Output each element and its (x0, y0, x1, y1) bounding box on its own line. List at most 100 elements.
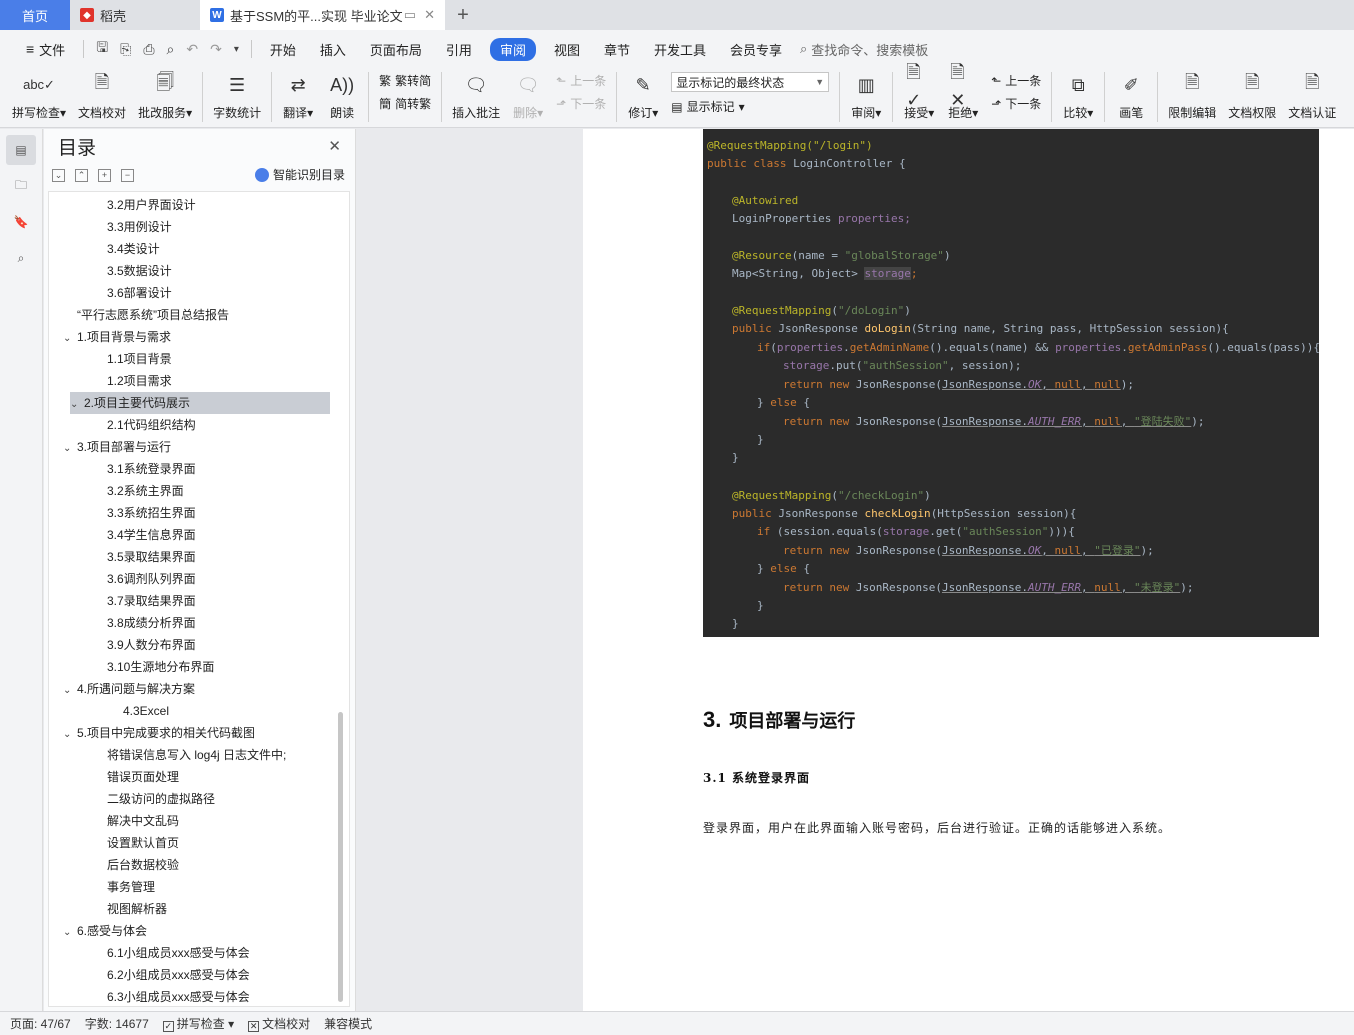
chevron-down-icon[interactable]: ⌄ (63, 680, 77, 702)
close-tab-icon[interactable]: ✕ (424, 7, 435, 23)
toc-scrollbar[interactable] (338, 712, 343, 1002)
chevron-down-icon[interactable]: ⌄ (63, 922, 77, 944)
review-pane-button[interactable]: ▥ 审阅▾ (844, 72, 888, 121)
menu-layout[interactable]: 页面布局 (358, 40, 434, 59)
toc-item[interactable]: 3.9人数分布界面 (93, 634, 196, 656)
translate-button[interactable]: ⇄ 翻译▾ (276, 72, 320, 121)
toc-item[interactable]: 3.8成绩分析界面 (93, 612, 196, 634)
toc-item[interactable]: 6.2小组成员xxx感受与体会 (93, 964, 250, 986)
toc-item[interactable]: 3.3用例设计 (93, 216, 172, 238)
menu-review[interactable]: 审阅 (489, 37, 536, 61)
toc-item[interactable]: 3.6调剂队列界面 (93, 568, 196, 590)
chevron-down-icon[interactable]: ⌄ (63, 328, 77, 350)
menu-view[interactable]: 视图 (542, 40, 592, 59)
print-icon[interactable]: ⎙ (137, 41, 160, 58)
simp-to-trad-button[interactable]: 簡简转繁 (379, 95, 431, 112)
chapter-nav-icon[interactable]: 🗀 (6, 171, 36, 201)
tab-home[interactable]: 首页 (0, 0, 70, 30)
word-count-indicator[interactable]: 字数: 14677 (85, 1015, 149, 1032)
toc-item[interactable]: 6.1小组成员xxx感受与体会 (93, 942, 250, 964)
menu-developer[interactable]: 开发工具 (642, 40, 718, 59)
toc-item[interactable]: 3.4学生信息界面 (93, 524, 196, 546)
menu-insert[interactable]: 插入 (308, 40, 358, 59)
chevron-down-icon[interactable]: ⌄ (70, 394, 84, 416)
next-change-button[interactable]: ⬏ 下一条 (991, 95, 1041, 112)
compare-button[interactable]: ⧉ 比较▾ (1056, 72, 1100, 121)
bookmark-icon[interactable]: 🔖 (6, 207, 36, 237)
document-permission-button[interactable]: 🗎 文档权限 (1222, 72, 1282, 121)
batch-service-button[interactable]: 🗐 批改服务▾ (132, 72, 198, 121)
smart-toc-button[interactable]: 智能识别目录 (254, 166, 345, 183)
toc-item[interactable]: 3.1系统登录界面 (93, 458, 196, 480)
prev-comment-button[interactable]: ⬑ 上一条 (556, 72, 606, 89)
toc-item[interactable]: “平行志愿系统”项目总结报告 (63, 304, 229, 326)
toc-item[interactable]: 1.1项目背景 (93, 348, 172, 370)
page-indicator[interactable]: 页面: 47/67 (10, 1015, 71, 1032)
toc-item[interactable]: 错误页面处理 (93, 766, 179, 788)
pen-button[interactable]: ✐ 画笔 (1109, 72, 1153, 121)
toc-panel-icon[interactable]: ▤ (6, 135, 36, 165)
toc-item[interactable]: 2.1代码组织结构 (93, 414, 196, 436)
toc-item[interactable]: 视图解析器 (93, 898, 167, 920)
insert-comment-button[interactable]: 🗨 插入批注 (446, 72, 506, 121)
undo-icon[interactable]: ↶ (180, 41, 204, 58)
toc-item[interactable]: 3.5录取结果界面 (93, 546, 196, 568)
chevron-down-icon[interactable]: ⌄ (63, 724, 77, 746)
read-aloud-button[interactable]: A)) 朗读 (320, 72, 364, 121)
menu-member[interactable]: 会员专享 (718, 40, 794, 59)
print-preview-icon[interactable]: ⌕ (161, 41, 181, 58)
toc-item[interactable]: 3.5数据设计 (93, 260, 172, 282)
toc-item[interactable]: 4.3Excel (109, 700, 169, 722)
expand-all-icon[interactable]: ⌄ (52, 168, 65, 182)
toc-item[interactable]: 事务管理 (93, 876, 155, 898)
spell-check-button[interactable]: abc✓ 拼写检查▾ (6, 72, 72, 121)
toc-item[interactable]: 3.2系统主界面 (93, 480, 184, 502)
show-markup-button[interactable]: ▤ 显示标记 ▾ (671, 98, 829, 115)
new-tab-button[interactable]: + (445, 0, 481, 30)
command-search[interactable]: ⌕ 查找命令、搜索模板 (800, 40, 928, 59)
toc-item[interactable]: ⌄ 4.所遇问题与解决方案 (63, 678, 195, 700)
file-menu[interactable]: ≡ 文件 (14, 40, 77, 59)
markup-state-select[interactable]: 显示标记的最终状态 ▼ (671, 72, 830, 92)
toc-item[interactable]: 将错误信息写入 log4j 日志文件中; (93, 744, 286, 766)
toc-item[interactable]: ⌄ 3.项目部署与运行 (63, 436, 171, 458)
toc-item[interactable]: 1.2项目需求 (93, 370, 172, 392)
add-heading-icon[interactable]: + (98, 168, 111, 182)
trad-to-simp-button[interactable]: 繁繁转简 (379, 72, 431, 89)
track-changes-button[interactable]: ✎ 修订▾ (621, 72, 665, 121)
toc-item[interactable]: 6.3小组成员xxx感受与体会 (93, 986, 250, 1006)
status-proof[interactable]: ✕ 文档校对 (248, 1015, 310, 1032)
accept-button[interactable]: 🗎✓ 接受▾ (897, 62, 941, 121)
reject-button[interactable]: 🗎✕ 拒绝▾ (941, 62, 985, 121)
document-certify-button[interactable]: 🗎 文档认证 (1282, 72, 1342, 121)
export-pdf-icon[interactable]: ⎘ (114, 41, 137, 58)
redo-icon[interactable]: ↷ (204, 41, 228, 58)
tab-window-icon[interactable]: ▭ (404, 7, 416, 23)
toc-item[interactable]: 解决中文乱码 (93, 810, 179, 832)
tab-daoke[interactable]: ◆ 稻壳 (70, 0, 200, 30)
prev-change-button[interactable]: ⬑ 上一条 (991, 72, 1041, 89)
toc-item[interactable]: 3.10生源地分布界面 (93, 656, 214, 678)
document-proof-button[interactable]: 🗎 文档校对 (72, 72, 132, 121)
toc-item[interactable]: ⌄ 5.项目中完成要求的相关代码截图 (63, 722, 255, 744)
toc-item[interactable]: ⌄ 1.项目背景与需求 (63, 326, 171, 348)
toc-item[interactable]: 3.2用户界面设计 (93, 194, 196, 216)
collapse-all-icon[interactable]: ⌃ (75, 168, 88, 182)
next-comment-button[interactable]: ⬏ 下一条 (556, 95, 606, 112)
search-icon[interactable]: ⌕ (6, 243, 36, 273)
remove-heading-icon[interactable]: − (121, 168, 134, 182)
toc-item[interactable]: 3.6部署设计 (93, 282, 172, 304)
save-icon[interactable]: 🖫 (90, 37, 114, 61)
toc-item[interactable]: ⌄ 2.项目主要代码展示 (70, 392, 330, 414)
toc-item[interactable]: 3.7录取结果界面 (93, 590, 196, 612)
status-spell-check[interactable]: ✓ 拼写检查 ▾ (162, 1015, 234, 1032)
menu-references[interactable]: 引用 (434, 40, 484, 59)
delete-comment-button[interactable]: 🗨 删除▾ (506, 72, 550, 121)
word-count-button[interactable]: ☰ 字数统计 (207, 72, 267, 121)
toc-item[interactable]: 后台数据校验 (93, 854, 179, 876)
toc-item[interactable]: 3.4类设计 (93, 238, 160, 260)
menu-start[interactable]: 开始 (258, 40, 308, 59)
customize-chevron-icon[interactable]: ▾ (228, 44, 245, 55)
toc-item[interactable]: 3.3系统招生界面 (93, 502, 196, 524)
tab-document[interactable]: W 基于SSM的平...实现 毕业论文 ▭ ✕ (200, 0, 445, 30)
